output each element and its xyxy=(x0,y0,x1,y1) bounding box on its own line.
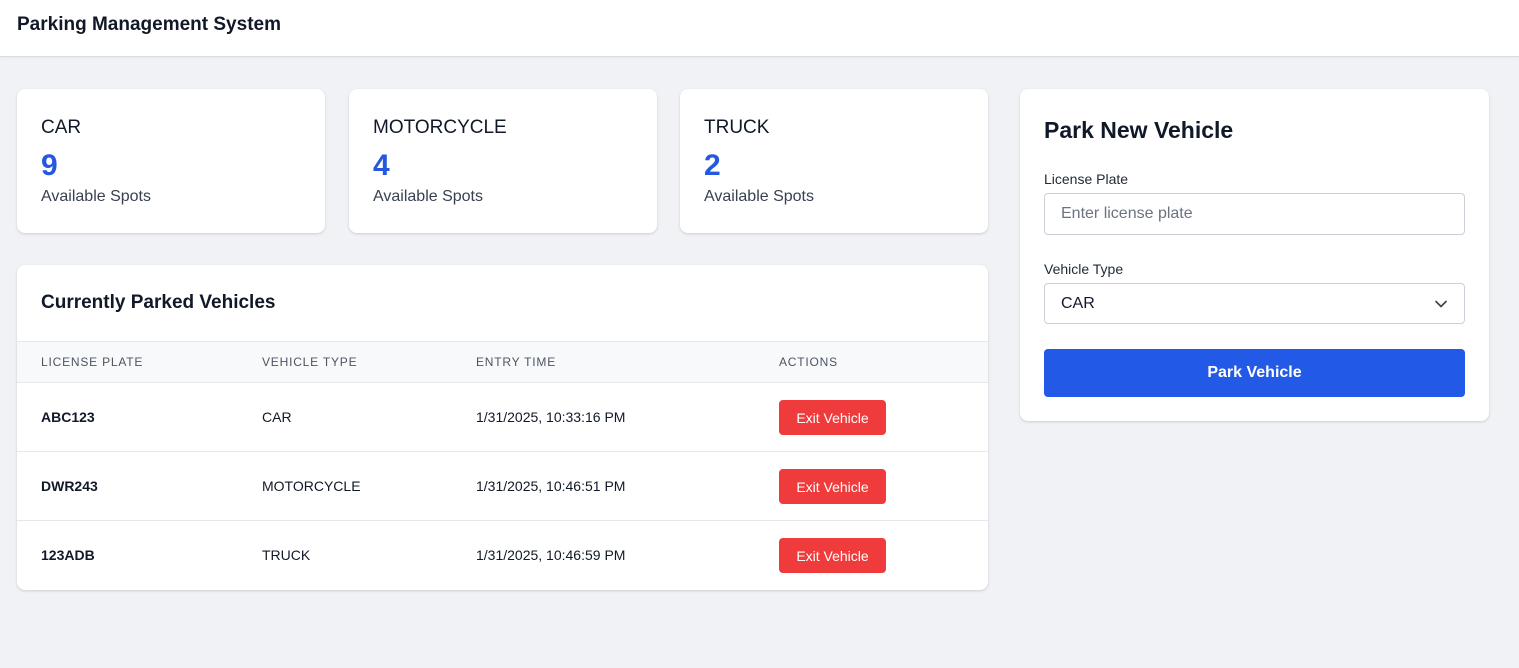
stat-type: MOTORCYCLE xyxy=(373,117,507,138)
table-row: DWR243 MOTORCYCLE 1/31/2025, 10:46:51 PM… xyxy=(17,452,988,521)
column-header-vehicle-type: Vehicle Type xyxy=(262,355,358,369)
form-title: Park New Vehicle xyxy=(1044,117,1234,143)
vehicle-type-selected-value: CAR xyxy=(1061,295,1095,312)
cell-license-plate: ABC123 xyxy=(41,409,95,425)
stat-label: Available Spots xyxy=(373,188,483,205)
stat-label: Available Spots xyxy=(41,188,151,205)
cell-license-plate: DWR243 xyxy=(41,478,98,494)
park-vehicle-button[interactable]: Park Vehicle xyxy=(1044,349,1465,397)
column-header-entry-time: Entry Time xyxy=(476,355,557,369)
parked-vehicles-title: Currently Parked Vehicles xyxy=(41,292,276,313)
license-plate-input[interactable] xyxy=(1044,193,1465,235)
table-header: License Plate Vehicle Type Entry Time Ac… xyxy=(17,341,988,383)
app-title: Parking Management System xyxy=(17,14,281,35)
column-header-actions: Actions xyxy=(779,355,838,369)
top-bar: Parking Management System xyxy=(0,0,1519,57)
cell-vehicle-type: TRUCK xyxy=(262,547,311,563)
park-vehicle-form: Park New Vehicle License Plate Vehicle T… xyxy=(1020,89,1489,421)
exit-vehicle-button[interactable]: Exit Vehicle xyxy=(779,469,886,504)
cell-entry-time: 1/31/2025, 10:46:51 PM xyxy=(476,478,626,494)
stat-type: TRUCK xyxy=(704,117,770,138)
table-row: 123ADB TRUCK 1/31/2025, 10:46:59 PM Exit… xyxy=(17,521,988,590)
exit-vehicle-button[interactable]: Exit Vehicle xyxy=(779,400,886,435)
cell-vehicle-type: CAR xyxy=(262,409,292,425)
table-row: ABC123 CAR 1/31/2025, 10:33:16 PM Exit V… xyxy=(17,383,988,452)
stat-type: CAR xyxy=(41,117,82,138)
parked-vehicles-card: Currently Parked Vehicles License Plate … xyxy=(17,265,988,590)
stat-card-car: CAR 9 Available Spots xyxy=(17,89,325,233)
cell-entry-time: 1/31/2025, 10:46:59 PM xyxy=(476,547,626,563)
stat-label: Available Spots xyxy=(704,188,814,205)
chevron-down-icon xyxy=(1435,300,1447,308)
cell-license-plate: 123ADB xyxy=(41,547,95,563)
column-header-license-plate: License Plate xyxy=(41,355,144,369)
stat-card-motorcycle: MOTORCYCLE 4 Available Spots xyxy=(349,89,657,233)
stat-count: 9 xyxy=(41,149,58,182)
cell-entry-time: 1/31/2025, 10:33:16 PM xyxy=(476,409,626,425)
cell-vehicle-type: MOTORCYCLE xyxy=(262,478,361,494)
exit-vehicle-button[interactable]: Exit Vehicle xyxy=(779,538,886,573)
stat-count: 4 xyxy=(373,149,390,182)
vehicle-type-select[interactable]: CAR xyxy=(1044,283,1465,324)
stat-card-truck: TRUCK 2 Available Spots xyxy=(680,89,988,233)
vehicle-type-label: Vehicle Type xyxy=(1044,261,1124,277)
stat-count: 2 xyxy=(704,149,721,182)
license-plate-label: License Plate xyxy=(1044,171,1129,187)
